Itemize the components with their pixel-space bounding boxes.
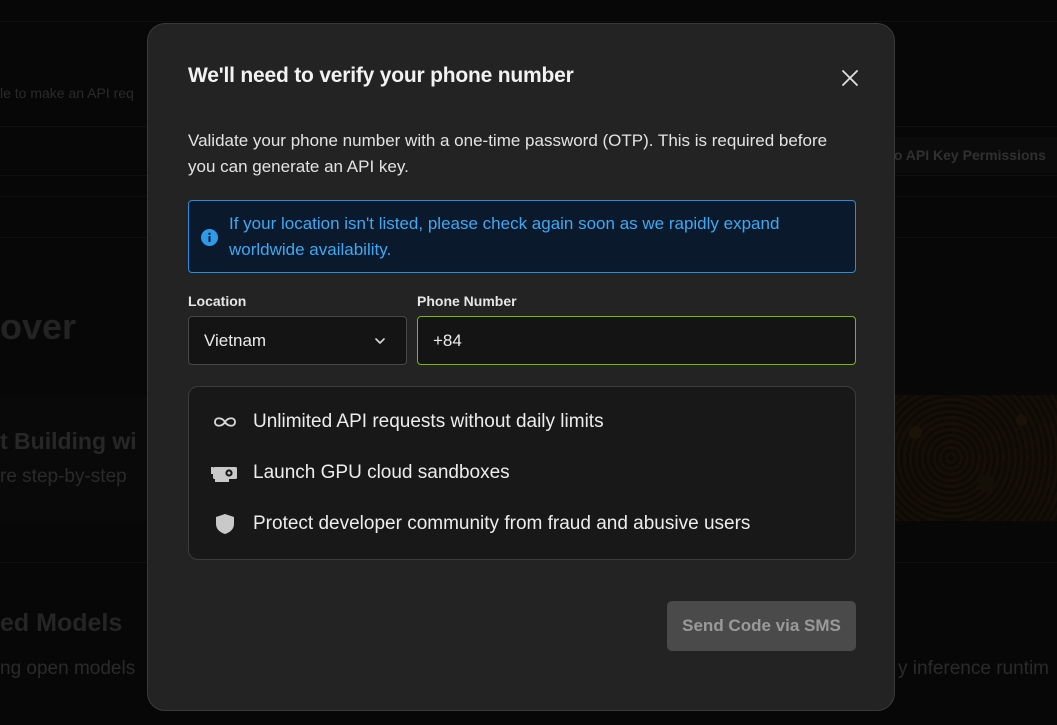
shield-icon xyxy=(216,514,234,534)
background-heading-building: t Building wi xyxy=(0,428,137,454)
info-text: If your location isn't listed, please ch… xyxy=(229,214,780,259)
background-heading-discover: over xyxy=(0,306,77,347)
background-sub-inference: y inference runtim xyxy=(898,658,1050,679)
verify-phone-dialog: We'll need to verify your phone number V… xyxy=(147,23,895,711)
divider xyxy=(0,21,1057,22)
gpu-icon xyxy=(211,467,237,482)
location-label: Location xyxy=(188,293,247,309)
infinity-icon xyxy=(214,417,236,427)
permissions-label: lo API Key Permissions xyxy=(890,147,1046,163)
location-value: Vietnam xyxy=(204,331,267,350)
dialog-title: We'll need to verify your phone number xyxy=(188,64,574,87)
benefit-text: Unlimited API requests without daily lim… xyxy=(253,411,604,432)
list-item: Launch GPU cloud sandboxes xyxy=(189,458,855,488)
benefits-list: Unlimited API requests without daily lim… xyxy=(188,386,856,560)
info-banner: If your location isn't listed, please ch… xyxy=(188,200,856,273)
background-sub-models: ng open models xyxy=(0,658,136,679)
phone-number-label: Phone Number xyxy=(417,293,517,309)
background-snippet: le to make an API req xyxy=(0,85,134,101)
background-heading-models: ed Models xyxy=(0,609,123,637)
background-card-image xyxy=(880,395,1057,521)
close-icon xyxy=(842,70,858,86)
dialog-description: Validate your phone number with a one-ti… xyxy=(188,131,828,176)
list-item: Protect developer community from fraud a… xyxy=(189,509,855,539)
benefit-text: Protect developer community from fraud a… xyxy=(253,513,751,534)
close-button[interactable] xyxy=(838,66,862,90)
background-sub-building: re step-by-step xyxy=(0,466,127,487)
chevron-down-icon xyxy=(375,338,385,344)
location-select[interactable]: Vietnam xyxy=(188,316,407,365)
send-code-button[interactable]: Send Code via SMS xyxy=(667,601,856,651)
info-icon xyxy=(201,229,218,246)
benefit-text: Launch GPU cloud sandboxes xyxy=(253,462,510,483)
phone-number-input[interactable] xyxy=(417,316,856,365)
list-item: Unlimited API requests without daily lim… xyxy=(189,407,855,437)
